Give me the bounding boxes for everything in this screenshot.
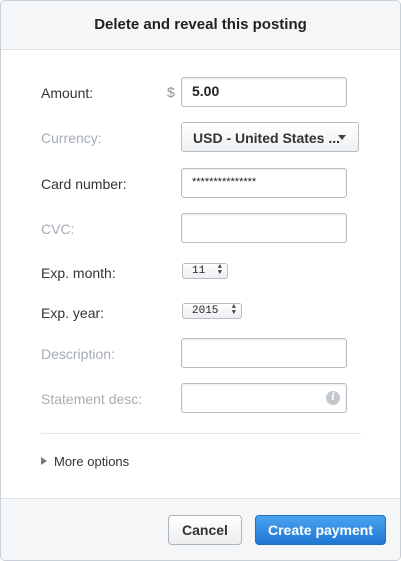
info-icon[interactable]: i <box>326 391 340 405</box>
cvc-field-box <box>181 213 347 243</box>
more-options-toggle[interactable]: More options <box>41 454 129 469</box>
cancel-button[interactable]: Cancel <box>168 515 242 545</box>
exp-month-select[interactable]: 11 ▲ ▼ <box>182 263 228 279</box>
card-number-field-box <box>181 168 347 198</box>
exp-month-value: 11 <box>192 265 206 277</box>
exp-year-value: 2015 <box>192 305 219 317</box>
statement-desc-input[interactable] <box>182 384 332 410</box>
currency-label: Currency: <box>41 130 102 146</box>
currency-sign: $ <box>167 84 175 100</box>
description-input[interactable] <box>182 339 332 365</box>
triangle-right-icon <box>41 457 47 465</box>
amount-input[interactable] <box>182 78 332 104</box>
card-number-input[interactable] <box>182 169 332 195</box>
create-payment-button[interactable]: Create payment <box>255 515 386 545</box>
statement-desc-label: Statement desc: <box>41 391 143 407</box>
stepper-arrows-icon: ▲ ▼ <box>217 263 222 277</box>
card-number-label: Card number: <box>41 176 127 192</box>
cvc-input[interactable] <box>182 214 332 240</box>
description-label: Description: <box>41 346 115 362</box>
more-options-label: More options <box>54 454 130 469</box>
exp-year-select[interactable]: 2015 ▲ ▼ <box>182 303 242 319</box>
stepper-arrows-icon: ▲ ▼ <box>231 303 236 317</box>
dialog-footer: Cancel Create payment <box>1 498 400 560</box>
dialog-title: Delete and reveal this posting <box>94 16 307 33</box>
currency-select[interactable]: USD - United States ... <box>181 122 359 152</box>
cvc-label: CVC: <box>41 221 75 237</box>
statement-desc-field-box: i <box>181 383 347 413</box>
dialog-header: Delete and reveal this posting <box>1 1 400 50</box>
currency-select-value: USD - United States ... <box>193 130 341 146</box>
divider <box>41 433 361 434</box>
create-payment-dialog: Delete and reveal this posting Amount: $… <box>0 0 401 561</box>
exp-month-label: Exp. month: <box>41 265 116 281</box>
exp-year-label: Exp. year: <box>41 305 105 321</box>
amount-field-box <box>181 77 347 107</box>
description-field-box <box>181 338 347 368</box>
amount-label: Amount: <box>41 85 94 101</box>
chevron-down-icon <box>338 135 346 140</box>
